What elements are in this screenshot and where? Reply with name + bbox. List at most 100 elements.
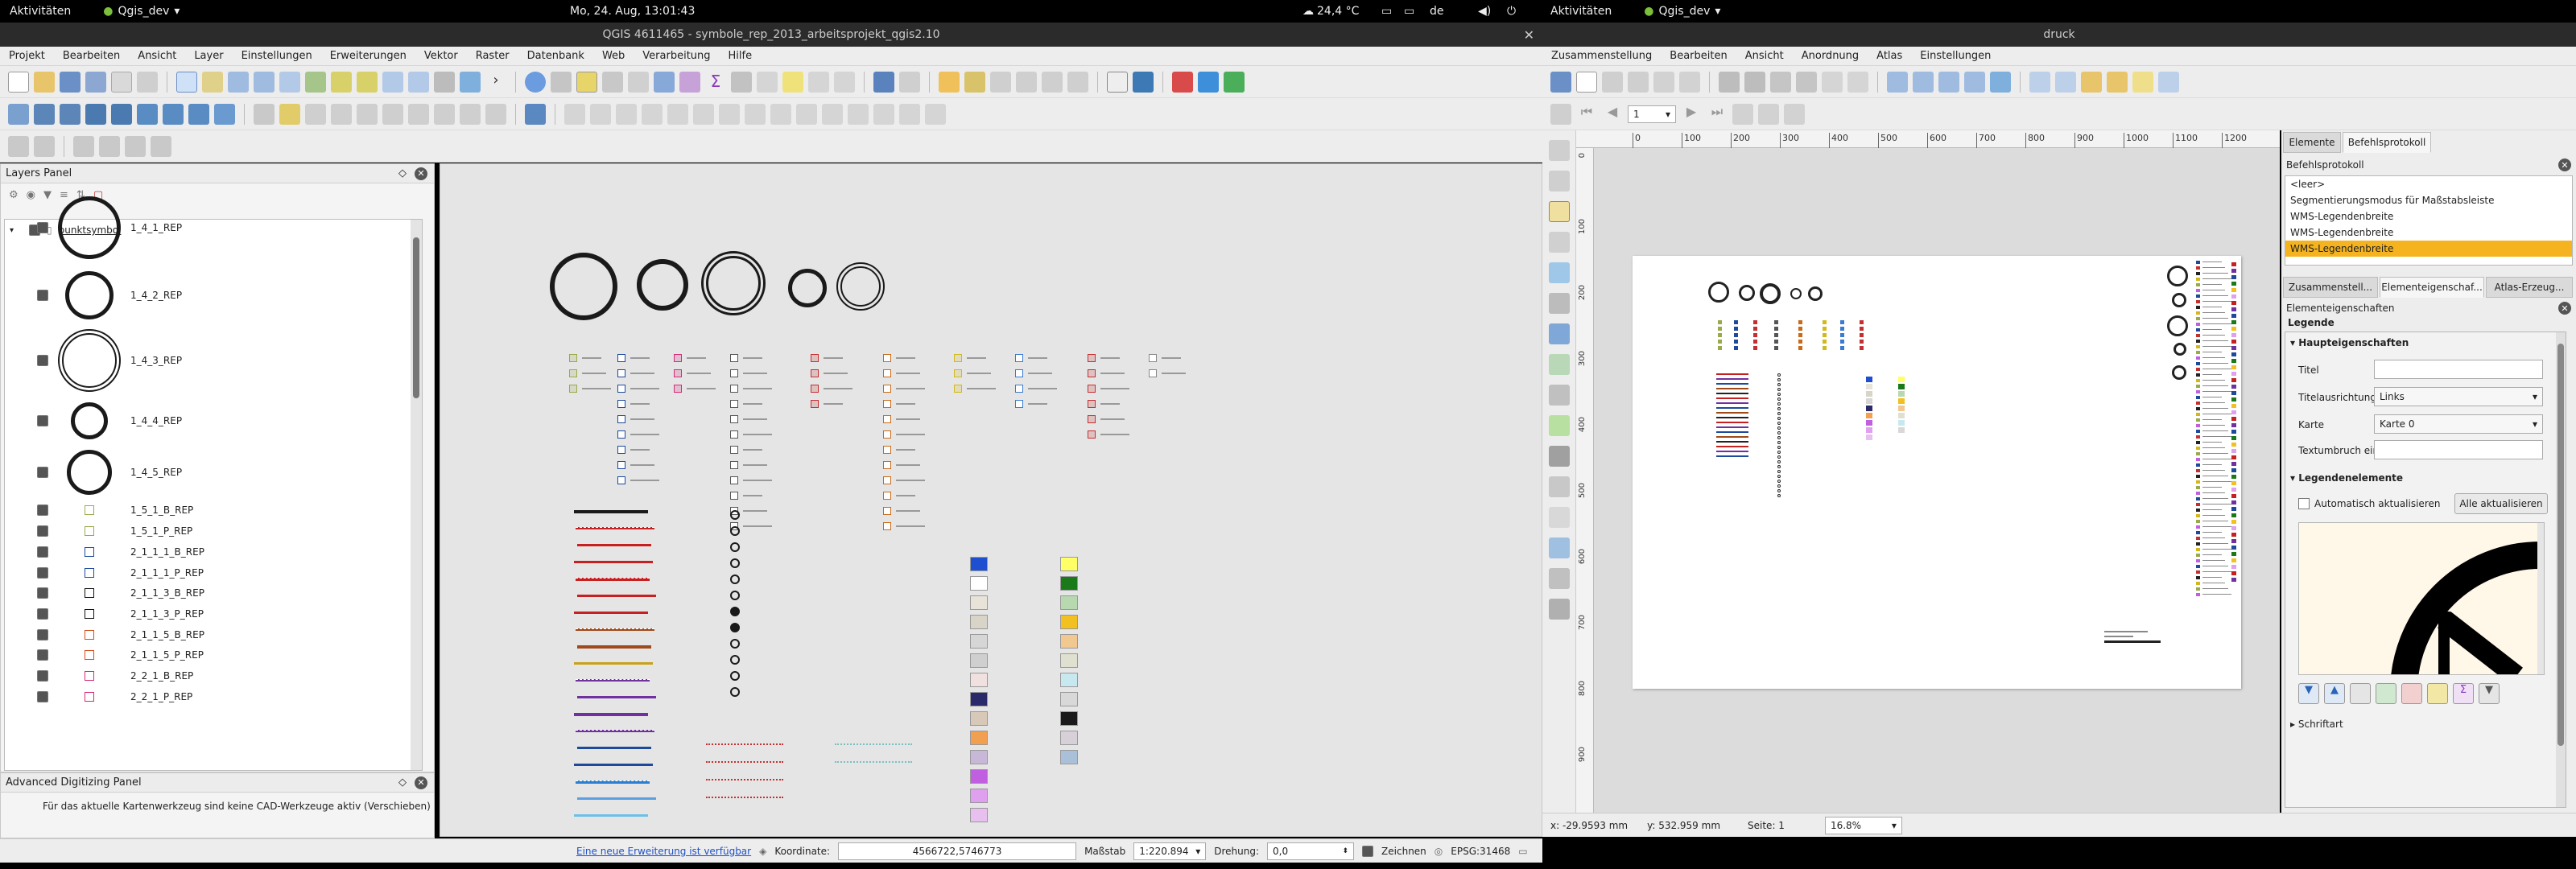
unlock-icon[interactable] [2107,71,2128,93]
menu-atlas[interactable]: Atlas [1868,50,1911,62]
layer-row[interactable]: 1_4_4_REP [37,402,182,439]
spin-arrows-icon[interactable]: ⬍ [1343,847,1349,855]
stretch-icon[interactable] [125,135,146,157]
split-parts-icon[interactable] [848,103,869,125]
scale-combo[interactable]: 1:220.894 ▾ [1133,842,1207,860]
history-item[interactable]: WMS-Legendenbreite [2285,224,2572,241]
zoom-layer-icon[interactable] [357,71,378,93]
label-move-icon[interactable] [1016,71,1037,93]
delete-part-icon[interactable] [745,103,766,125]
layer-row[interactable]: 2_2_1_B_REP [37,667,193,685]
display-icon[interactable]: ▭ [1381,5,1392,18]
log-icon[interactable]: ▭ [1518,846,1527,857]
composer-tool-icon[interactable] [1549,232,1570,253]
deselect-icon[interactable] [628,71,649,93]
zoom-last-icon[interactable] [382,71,403,93]
text-annotation-icon[interactable] [808,71,829,93]
duplicate-icon[interactable] [1602,71,1623,93]
menu-erweiterungen[interactable]: Erweiterungen [321,50,415,62]
history-item[interactable]: WMS-Legendenbreite [2285,208,2572,224]
georef-icon[interactable] [151,135,171,157]
menu-bearbeiten[interactable]: Bearbeiten [54,50,129,62]
annotation-icon[interactable] [782,71,803,93]
zoom-out-icon[interactable] [1964,71,1985,93]
first-feature-icon[interactable]: ⏮ [1576,104,1597,125]
label-rotate-icon[interactable] [1042,71,1063,93]
layer-checkbox[interactable] [37,415,48,426]
composer-manager-icon[interactable] [137,71,158,93]
layer-checkbox[interactable] [37,546,48,558]
save-as-icon[interactable] [85,71,106,93]
zoom-selection-icon[interactable] [331,71,352,93]
new-composer-icon[interactable] [1576,71,1597,93]
lower-icon[interactable] [2158,71,2179,93]
layer-checkbox[interactable] [37,670,48,682]
clock[interactable]: Mo, 24. Aug, 13:01:43 [570,5,695,18]
move-feature-icon[interactable] [357,103,378,125]
layer-checkbox[interactable] [37,587,48,599]
layer-checkbox[interactable] [37,467,48,478]
menu-projekt[interactable]: Projekt [0,50,54,62]
auto-update-checkbox[interactable] [2298,498,2310,509]
close-panel-icon[interactable]: ✕ [415,776,427,789]
layer-checkbox[interactable] [37,629,48,640]
add-delimited-icon[interactable] [188,103,209,125]
float-icon[interactable]: ◇ [398,167,407,180]
activities-button[interactable]: Aktivitäten [10,5,71,18]
edit-item-icon[interactable] [2427,683,2448,704]
save-icon[interactable] [1550,71,1571,93]
composer-tool-icon[interactable] [1549,293,1570,314]
eye-icon[interactable]: ◉ [27,189,35,201]
zoom-next-icon[interactable] [408,71,429,93]
copy-icon[interactable] [460,103,481,125]
atlas-settings-icon[interactable] [1784,103,1805,125]
count-features-icon[interactable]: Σ [2453,683,2474,704]
menu-bearbeiten[interactable]: Bearbeiten [1661,50,1736,62]
action-icon[interactable] [551,71,572,93]
zoom-combo[interactable]: 16.8% ▾ [1824,816,1902,834]
add-item-icon[interactable] [2376,683,2396,704]
layer-checkbox[interactable] [37,355,48,366]
add-group-icon[interactable] [2350,683,2371,704]
add-part-icon[interactable] [667,103,688,125]
add-feature-icon[interactable] [331,103,352,125]
remove-item-icon[interactable] [2401,683,2422,704]
weather-indicator[interactable]: ☁ 24,4 °C [1302,5,1359,18]
next-feature-icon[interactable]: ▶ [1681,104,1702,125]
reshape-icon[interactable] [770,103,791,125]
layer-row[interactable]: 2_2_1_P_REP [37,688,192,706]
composer-tool-icon[interactable] [1549,140,1570,161]
label-show-icon[interactable] [990,71,1011,93]
activities-button[interactable]: Aktivitäten [1550,5,1612,18]
scrollbar-thumb[interactable] [2557,344,2564,746]
layer-row[interactable]: 1_5_1_B_REP [37,501,193,519]
fill-ring-icon[interactable] [693,103,714,125]
render-checkbox[interactable] [1362,845,1374,857]
merge-attributes-icon[interactable] [899,103,920,125]
props-scrollbar[interactable] [2556,332,2566,807]
label-pin-icon[interactable] [964,71,985,93]
language-indicator[interactable]: de [1430,5,1444,18]
coordinate-field[interactable]: 4566722,5746773 [838,842,1077,860]
raster-calc-icon[interactable] [73,135,94,157]
menu-zusammenstellung[interactable]: Zusammenstellung [1542,50,1661,62]
delete-ring-icon[interactable] [719,103,740,125]
tab-zusammenstellung[interactable]: Zusammenstell... [2283,277,2378,298]
app-menu[interactable]: ● Qgis_dev ▾ [1644,5,1720,18]
prev-feature-icon[interactable]: ◀ [1602,104,1623,125]
move-down-icon[interactable]: ▼ [2298,683,2319,704]
layer-row[interactable]: 1_4_1_REP [37,196,182,259]
paste-icon[interactable] [485,103,506,125]
plugin-update-link[interactable]: Eine neue Erweiterung ist verfügbar [576,846,751,857]
layer-row[interactable]: 1_4_5_REP [37,450,182,495]
alignment-combo[interactable]: Links ▾ [2374,387,2543,406]
power-icon[interactable]: ⏻ [1507,5,1516,18]
layer-row[interactable]: 2_1_1_5_B_REP [37,626,204,644]
composer-tool-icon[interactable] [1549,476,1570,497]
histogram-icon[interactable] [99,135,120,157]
menu-datenbank[interactable]: Datenbank [518,50,593,62]
zoom-full-icon[interactable] [1887,71,1908,93]
csw-icon[interactable] [1107,71,1128,93]
layer-row[interactable]: 1_4_2_REP [37,271,182,319]
offset-curve-icon[interactable] [796,103,817,125]
